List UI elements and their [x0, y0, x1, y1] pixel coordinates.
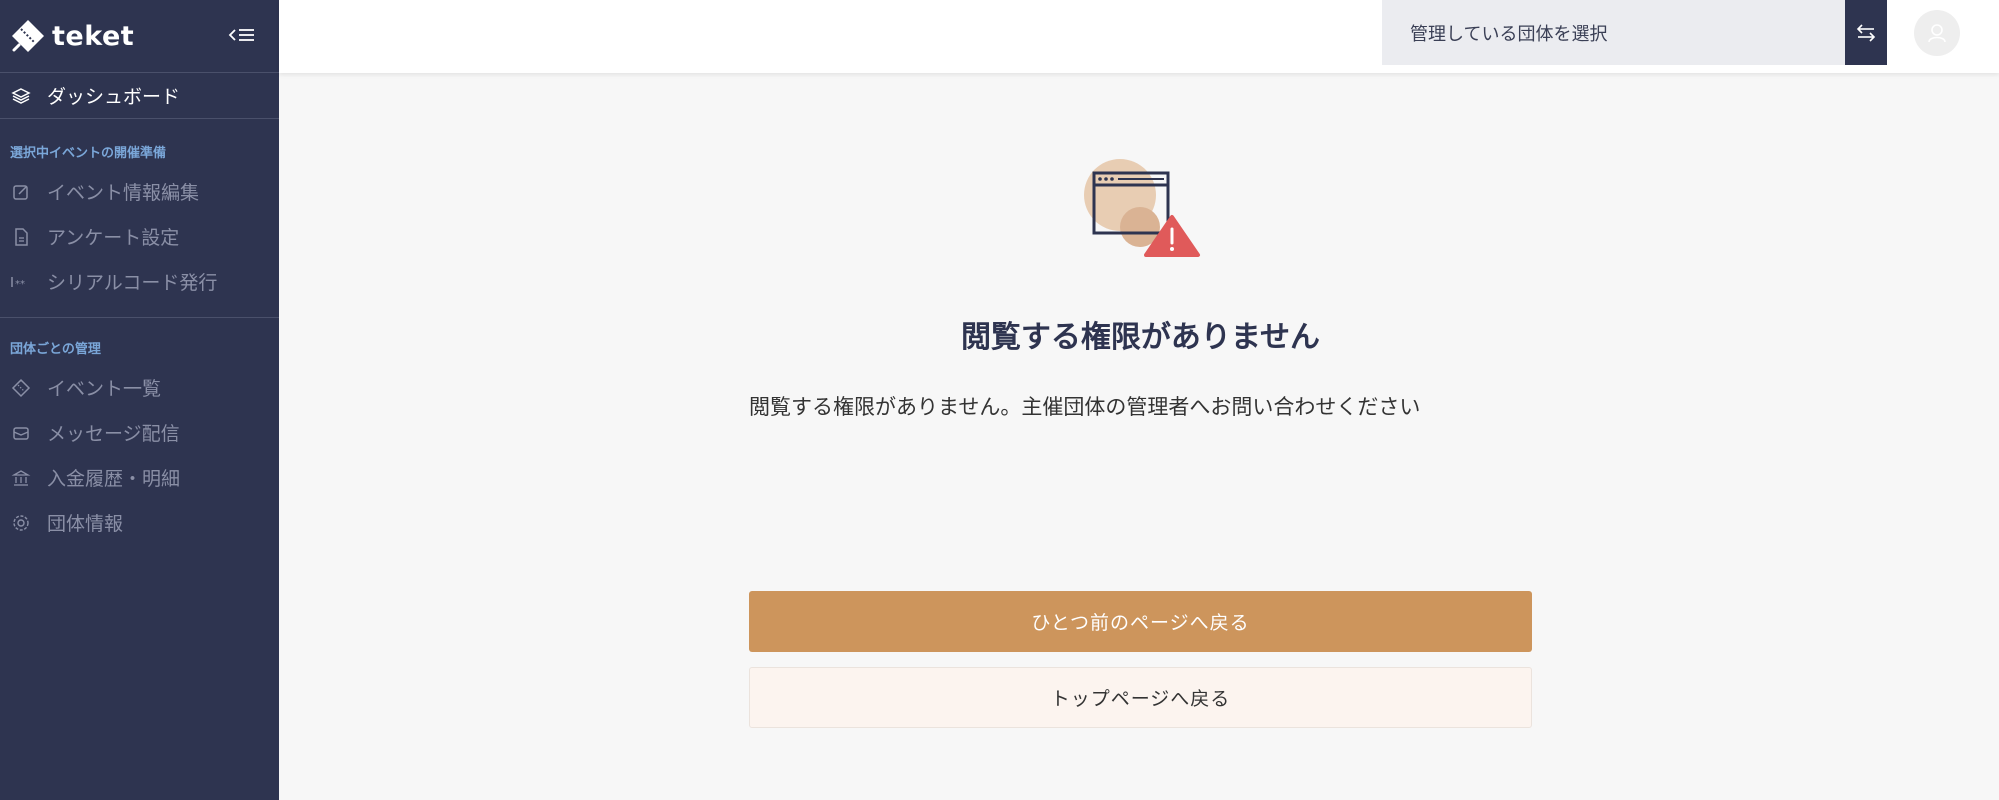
mail-icon	[10, 422, 32, 444]
user-icon	[1928, 24, 1946, 43]
brand-name: teket	[52, 20, 135, 52]
sidebar-item-event-edit[interactable]: イベント情報編集	[0, 169, 279, 214]
swap-arrows-icon	[1856, 23, 1876, 42]
sidebar-item-org-info[interactable]: 団体情報	[0, 500, 279, 545]
page-title: 閲覧する権限がありません	[960, 320, 1321, 355]
teket-logo-icon	[12, 20, 44, 52]
collapse-sidebar-icon[interactable]	[227, 22, 257, 48]
section-label-event-prep: 選択中イベントの開催準備	[10, 146, 167, 161]
sidebar-item-label: シリアルコード発行	[47, 272, 218, 294]
sidebar-item-survey[interactable]: アンケート設定	[0, 214, 279, 259]
edit-icon	[10, 181, 32, 203]
sidebar-item-label: メッセージ配信	[47, 423, 180, 445]
sidebar-item-label: アンケート設定	[47, 227, 180, 249]
org-select-placeholder: 管理している団体を選択	[1410, 23, 1608, 45]
sidebar-item-label: ダッシュボード	[47, 86, 181, 108]
sidebar: teket ダッシュボード 選択中イベントの開催準備 イベント情報編集 アンケー…	[0, 0, 279, 800]
switch-org-button[interactable]	[1845, 0, 1887, 65]
sidebar-item-label: 入金履歴・明細	[47, 468, 181, 490]
back-to-top-button[interactable]: トップページへ戻る	[749, 667, 1532, 728]
ticket-icon	[10, 377, 32, 399]
no-permission-illustration	[1084, 159, 1200, 257]
sidebar-divider	[0, 317, 279, 318]
sidebar-item-label: 団体情報	[47, 513, 124, 535]
sidebar-item-payments[interactable]: 入金履歴・明細	[0, 455, 279, 500]
serial-code-icon: **	[10, 271, 32, 293]
section-label-org: 団体ごとの管理	[10, 342, 101, 357]
sidebar-item-serial-code[interactable]: ** シリアルコード発行	[0, 259, 279, 304]
user-avatar[interactable]	[1914, 10, 1960, 56]
sidebar-item-dashboard[interactable]: ダッシュボード	[0, 73, 279, 119]
document-icon	[10, 226, 32, 248]
svg-text:**: **	[15, 279, 25, 290]
org-select[interactable]: 管理している団体を選択	[1382, 0, 1845, 65]
sidebar-item-label: イベント情報編集	[47, 182, 200, 204]
bank-icon	[10, 467, 32, 489]
sidebar-item-label: イベント一覧	[47, 378, 162, 400]
page-message: 閲覧する権限がありません。主催団体の管理者へお問い合わせください	[749, 395, 1421, 419]
back-to-previous-button[interactable]: ひとつ前のページへ戻る	[749, 591, 1532, 652]
sidebar-item-event-list[interactable]: イベント一覧	[0, 365, 279, 410]
sidebar-item-message[interactable]: メッセージ配信	[0, 410, 279, 455]
brand: teket	[0, 0, 279, 73]
gear-icon	[10, 512, 32, 534]
layers-icon	[10, 85, 32, 107]
